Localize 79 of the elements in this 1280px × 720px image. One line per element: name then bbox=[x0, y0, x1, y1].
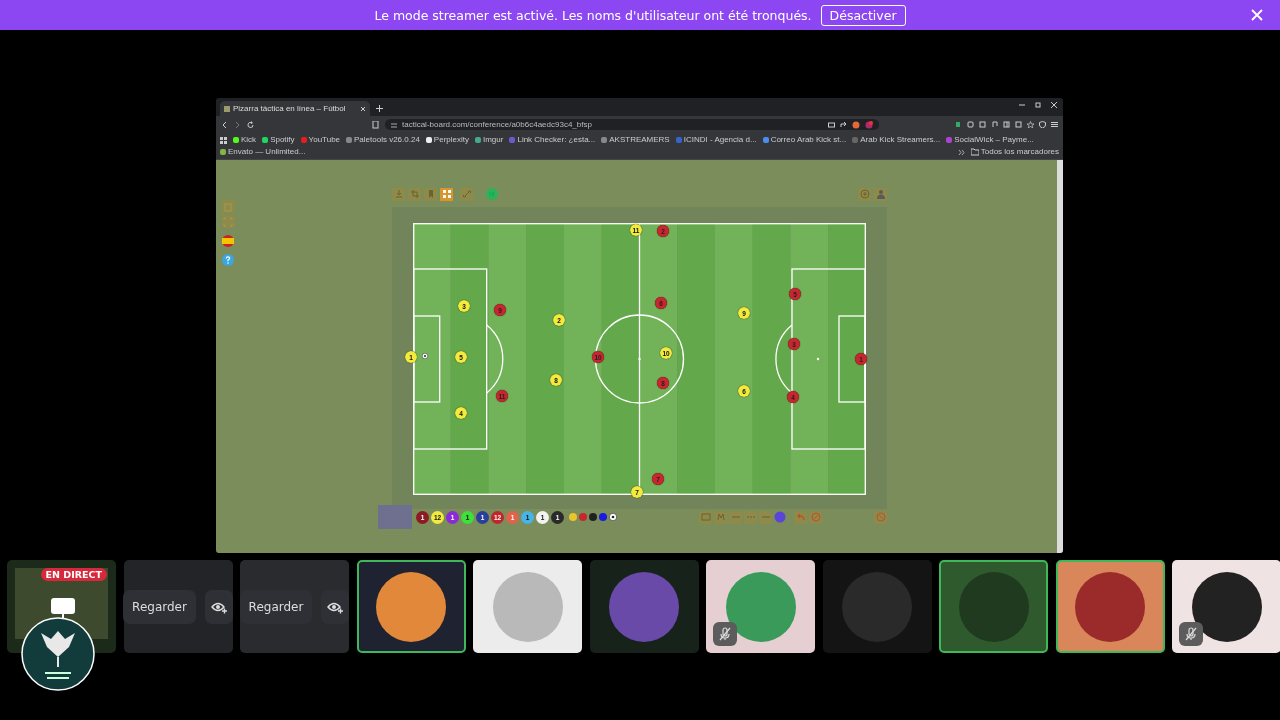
close-icon[interactable] bbox=[1051, 102, 1057, 108]
bookmark-item[interactable]: Correo Arab Kick st... bbox=[762, 135, 847, 145]
marker-dot-icon[interactable] bbox=[569, 513, 577, 521]
participant-tile[interactable] bbox=[356, 560, 466, 653]
star-icon[interactable] bbox=[1027, 121, 1034, 128]
folder-icon bbox=[970, 148, 979, 156]
site-settings-icon bbox=[391, 121, 397, 128]
bookmark-item[interactable]: Arab Kick Streamers... bbox=[852, 135, 941, 145]
stream-tile[interactable]: Regarder bbox=[240, 560, 349, 653]
bookmark-item[interactable]: AKSTREAMERS bbox=[601, 135, 670, 145]
muted-microphone-icon bbox=[1184, 627, 1198, 641]
tabs-icon[interactable] bbox=[1015, 121, 1022, 128]
live-badge: EN DIRECT bbox=[40, 568, 107, 581]
music-icon[interactable] bbox=[991, 121, 998, 128]
extension-badge-icon[interactable] bbox=[852, 120, 860, 129]
bookmark-item[interactable]: Link Checker: ¿esta... bbox=[509, 135, 596, 145]
screen-share-icon bbox=[51, 598, 75, 618]
bookmark-item[interactable]: Perplexity bbox=[425, 135, 469, 145]
help-icon[interactable] bbox=[222, 254, 234, 266]
watch-button[interactable]: Regarder bbox=[239, 589, 313, 624]
reader-icon[interactable] bbox=[979, 121, 986, 128]
extension-badge-icon[interactable] bbox=[865, 120, 873, 129]
browser-tab[interactable]: Pizarra táctica en línea – Fútbol bbox=[220, 101, 370, 116]
flag-icon[interactable] bbox=[222, 235, 234, 247]
banner-message: Le mode streamer est activé. Les noms d'utilisateur ont été tronqués. bbox=[374, 7, 812, 23]
marker-dot-icon[interactable] bbox=[579, 513, 587, 521]
chevron-right-icon[interactable] bbox=[957, 148, 965, 156]
participant-tile[interactable] bbox=[706, 560, 815, 653]
participant-tile[interactable] bbox=[939, 560, 1048, 653]
bookmark-item[interactable]: Envato — Unlimited... bbox=[220, 147, 306, 157]
share-icon[interactable] bbox=[840, 121, 847, 128]
forward-icon[interactable] bbox=[234, 120, 241, 129]
back-icon[interactable] bbox=[221, 120, 228, 129]
puzzle-icon[interactable] bbox=[967, 121, 974, 128]
close-icon[interactable] bbox=[360, 105, 366, 112]
address-bar[interactable]: tactical-board.com/conference/a0b6c4aedc93c4_bfsp bbox=[385, 119, 879, 130]
minimize-icon[interactable] bbox=[1019, 102, 1025, 108]
muted-microphone-icon bbox=[718, 627, 732, 641]
stream-tile[interactable]: Regarder bbox=[123, 560, 233, 653]
install-icon[interactable] bbox=[828, 121, 835, 128]
bookmark-item[interactable]: Paletools v26.0.24 bbox=[346, 135, 420, 145]
reload-icon[interactable] bbox=[247, 120, 255, 129]
shield-icon[interactable] bbox=[1039, 121, 1046, 128]
color-picker-icon[interactable] bbox=[774, 511, 786, 523]
minimap-thumbnail[interactable] bbox=[378, 505, 412, 529]
ball-icon bbox=[422, 353, 428, 359]
marker-dot-icon[interactable] bbox=[589, 513, 597, 521]
deactivate-button[interactable]: Désactiver bbox=[820, 4, 906, 26]
bookmark-item[interactable]: SocialWick – Payme... bbox=[946, 135, 1034, 145]
bookmark-item[interactable]: Kick bbox=[233, 135, 257, 145]
bookmark-icon[interactable] bbox=[372, 120, 379, 129]
watch-popout-button[interactable] bbox=[204, 589, 233, 624]
sidebar-icon[interactable] bbox=[1003, 121, 1010, 128]
grid-icon[interactable] bbox=[440, 187, 453, 201]
bookmark-item[interactable]: ICINDI - Agencia d... bbox=[675, 135, 757, 145]
url-text: tactical-board.com/conference/a0b6c4aedc93c4_bfsp bbox=[402, 120, 592, 129]
bookmark-item[interactable]: YouTube bbox=[300, 135, 341, 145]
clipboard-icon[interactable] bbox=[221, 200, 235, 213]
extension-icon[interactable] bbox=[955, 121, 962, 128]
board-favicon-icon bbox=[224, 105, 230, 112]
participant-tile[interactable] bbox=[589, 560, 699, 653]
ball-icon[interactable] bbox=[609, 513, 617, 521]
all-bookmarks-button[interactable]: Todos los marcadores bbox=[970, 147, 1059, 157]
person-icon[interactable] bbox=[874, 187, 887, 201]
marker-dot-icon[interactable] bbox=[599, 513, 607, 521]
scrollbar[interactable] bbox=[1057, 160, 1063, 553]
apps-grid-icon[interactable] bbox=[220, 136, 227, 144]
new-tab-icon[interactable] bbox=[376, 105, 383, 112]
menu-icon[interactable] bbox=[1051, 121, 1058, 128]
participant-tile[interactable] bbox=[822, 560, 932, 653]
participant-tile[interactable] bbox=[1055, 560, 1165, 653]
bookmark-item[interactable]: Imgur bbox=[475, 135, 504, 145]
participant-tile[interactable] bbox=[1172, 560, 1280, 653]
tab-title: Pizarra táctica en línea – Fútbol bbox=[233, 104, 347, 113]
restore-icon[interactable] bbox=[1035, 102, 1041, 108]
watch-button[interactable]: Regarder bbox=[123, 589, 196, 624]
participant-tile[interactable] bbox=[473, 560, 582, 653]
watch-popout-button[interactable] bbox=[321, 589, 350, 624]
bookmark-item[interactable]: Spotify bbox=[262, 135, 295, 145]
